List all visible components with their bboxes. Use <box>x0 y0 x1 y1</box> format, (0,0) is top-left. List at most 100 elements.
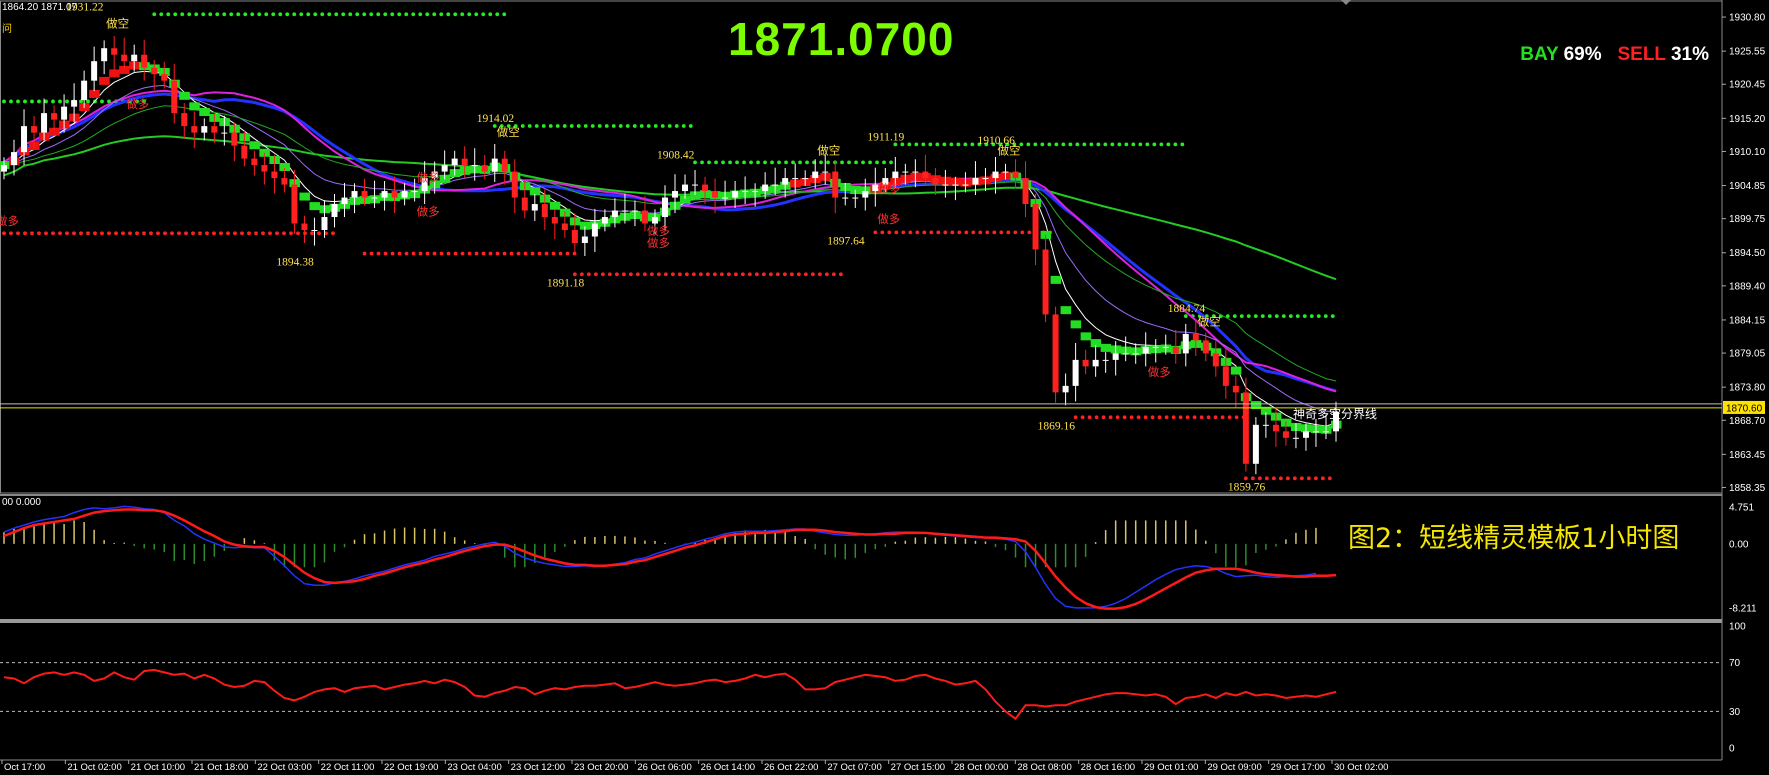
level-dot <box>1327 476 1332 481</box>
level-dot <box>467 12 472 17</box>
candle-bear <box>541 204 548 218</box>
signal-label: 做空 <box>998 144 1021 158</box>
level-dot <box>1192 415 1197 420</box>
price-tick-label: 1889.40 <box>1729 281 1766 292</box>
swing-price-label: 1911.19 <box>867 131 904 143</box>
level-dot <box>1138 142 1143 147</box>
level-dot <box>558 251 563 256</box>
candle-bull <box>672 191 679 198</box>
level-dot <box>229 12 234 17</box>
candle-bull <box>812 171 819 179</box>
level-dot <box>868 160 872 165</box>
level-dot <box>1094 415 1099 420</box>
level-dot <box>292 12 297 17</box>
level-dot <box>1082 142 1087 147</box>
level-dot <box>1171 415 1176 420</box>
level-dot <box>264 12 269 17</box>
level-dot <box>1264 476 1269 481</box>
level-dot <box>233 231 237 236</box>
candle-bull <box>41 113 48 133</box>
level-dot <box>383 251 388 256</box>
level-dot <box>376 251 381 256</box>
signal-label: 做空 <box>106 16 129 30</box>
signal-label: 做多 <box>877 181 900 195</box>
level-dot <box>261 231 265 236</box>
level-dot <box>411 12 416 17</box>
time-tick-label: 29 Oct 17:00 <box>1271 762 1325 773</box>
level-dot <box>446 12 451 17</box>
price-tick-label: 1920.45 <box>1729 80 1766 91</box>
price-tick-label: 1894.50 <box>1729 248 1766 259</box>
level-dot <box>418 251 423 256</box>
candle-bear <box>31 126 38 133</box>
candle-bear <box>111 48 118 55</box>
time-tick-label: Oct 17:00 <box>4 762 45 773</box>
level-dot <box>1006 230 1011 235</box>
swing-price-label: 1914.02 <box>477 113 515 125</box>
level-dot <box>1110 142 1115 147</box>
level-dot <box>956 142 961 147</box>
candle-bull <box>531 204 538 211</box>
swing-price-label: 1859.76 <box>1228 481 1266 493</box>
level-dot <box>86 231 90 236</box>
level-dot <box>681 124 686 128</box>
level-dot <box>152 12 157 17</box>
candle-bull <box>351 191 358 198</box>
candle-bull <box>331 204 338 218</box>
signal-label: 做空 <box>1198 314 1221 328</box>
level-dot <box>212 231 216 236</box>
candle-bear <box>361 191 368 198</box>
level-dot <box>1260 314 1265 319</box>
time-tick-label: 29 Oct 09:00 <box>1207 762 1261 773</box>
level-dot <box>303 231 307 236</box>
level-dot <box>1101 415 1106 420</box>
sell-percent: 31% <box>1670 44 1709 65</box>
trend-block-down <box>189 102 200 111</box>
candle-bear <box>281 178 288 185</box>
ohlc-readout: 1864.20 1871.07 <box>2 2 78 13</box>
time-tick-label: 23 Oct 12:00 <box>511 762 565 773</box>
level-dot <box>656 272 661 277</box>
candle-bull <box>992 171 999 179</box>
level-dot <box>756 160 760 165</box>
level-dot <box>369 251 374 256</box>
level-dot <box>674 124 679 128</box>
bay-percent: 69% <box>1563 44 1602 65</box>
candle-bear <box>1242 392 1249 464</box>
level-dot <box>114 231 118 236</box>
level-dot <box>970 142 975 147</box>
level-dot <box>569 124 574 128</box>
level-dot <box>653 124 658 128</box>
level-dot <box>23 99 27 104</box>
level-dot <box>320 12 325 17</box>
candle-bear <box>151 67 158 75</box>
level-dot <box>72 231 76 236</box>
level-dot <box>1073 415 1078 420</box>
ma-mid-violet <box>3 84 1336 412</box>
price-tick-label: 1899.75 <box>1729 214 1766 225</box>
candle-bear <box>251 158 258 166</box>
candle-bull <box>862 191 869 198</box>
trend-block-down <box>1080 332 1092 341</box>
level-dot <box>191 231 195 236</box>
level-dot <box>362 251 367 256</box>
level-dot <box>520 124 525 128</box>
level-dot <box>355 12 360 17</box>
level-dot <box>684 272 689 277</box>
candle-bull <box>892 171 899 179</box>
level-dot <box>782 272 787 277</box>
level-dot <box>502 251 507 256</box>
candle-bull <box>912 171 919 173</box>
level-dot <box>803 272 808 277</box>
candle-bear <box>161 74 168 81</box>
candle-bull <box>682 184 689 192</box>
level-dot <box>964 230 969 235</box>
price-tick-label: 1868.70 <box>1729 416 1766 427</box>
level-dot <box>950 230 955 235</box>
level-dot <box>128 231 132 236</box>
time-tick-label: 28 Oct 16:00 <box>1081 762 1135 773</box>
trend-block-down <box>1060 306 1072 315</box>
level-dot <box>1250 476 1255 481</box>
swing-price-label: 1894.38 <box>276 257 314 269</box>
price-chart[interactable]: 1930.80 1925.55 1920.45 1915.20 1910.10 1904.… <box>0 0 1769 775</box>
